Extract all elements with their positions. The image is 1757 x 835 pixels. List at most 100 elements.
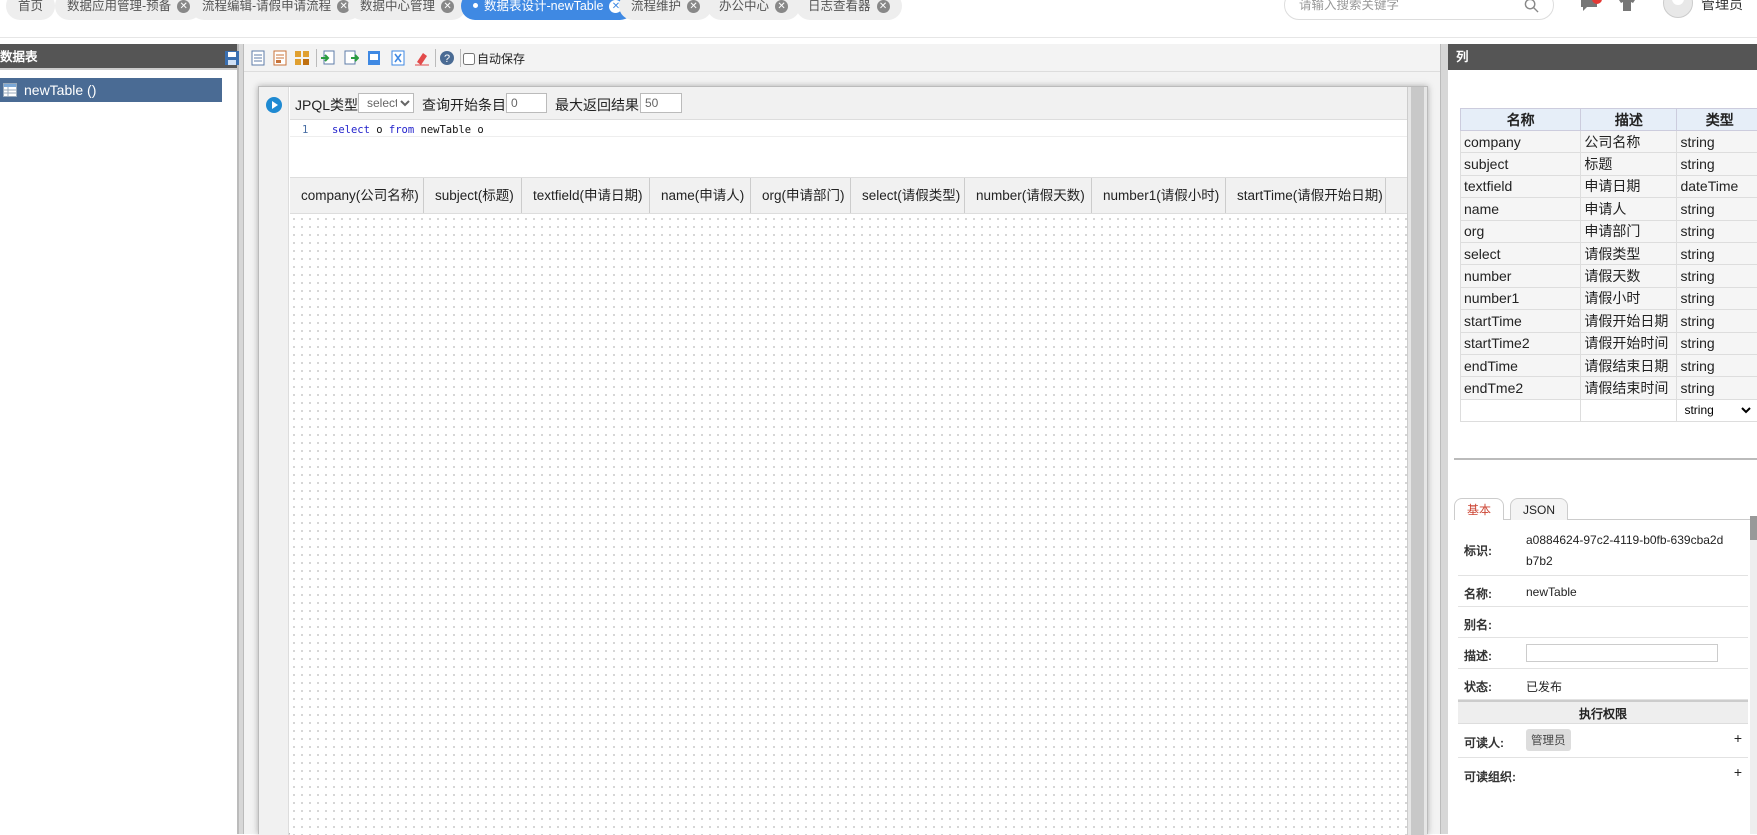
column-row[interactable]: startTime2请假开始时间string [1461,332,1757,354]
result-column-header[interactable]: org(申请部门) [751,178,851,214]
column-row[interactable]: endTme2请假结束时间string [1461,377,1757,399]
result-column-header[interactable]: number1(请假小时) [1092,178,1226,214]
new-column-type-select[interactable]: string [1680,401,1754,419]
export-icon[interactable] [343,50,359,66]
scrollbar-thumb[interactable] [1750,516,1757,540]
vertical-scrollbar[interactable] [1407,87,1427,835]
tab-basic[interactable]: 基本 [1454,498,1504,520]
column-type-cell[interactable]: string [1677,354,1757,376]
save-icon[interactable] [224,50,240,66]
column-desc-cell[interactable]: 申请日期 [1581,175,1677,197]
close-icon[interactable]: ✕ [177,0,190,13]
result-column-header[interactable]: subject(标题) [424,178,522,214]
column-row[interactable]: textfield申请日期dateTime [1461,175,1757,197]
right-splitter[interactable] [1440,44,1448,834]
jpql-type-select[interactable]: select [358,93,414,113]
clear-icon[interactable] [414,50,430,66]
search-icon[interactable] [1524,0,1539,13]
tab-data-center[interactable]: 数据中心管理✕ [348,0,466,20]
column-type-cell[interactable]: string [1677,220,1757,242]
column-name-cell[interactable]: org [1461,220,1581,242]
column-name-cell[interactable]: company [1461,131,1581,153]
run-icon[interactable] [266,97,282,113]
reader-chip[interactable]: 管理员 [1526,729,1571,751]
close-icon[interactable]: ✕ [877,0,890,13]
user-name[interactable]: 管理员 [1701,0,1743,14]
column-row[interactable]: startTime请假开始日期string [1461,310,1757,332]
column-desc-cell[interactable]: 请假结束时间 [1581,377,1677,399]
column-desc-cell[interactable]: 请假开始时间 [1581,332,1677,354]
tab-office-center[interactable]: 办公中心✕ [707,0,800,20]
prop-desc-input[interactable] [1526,644,1718,662]
column-type-cell[interactable]: string [1677,287,1757,309]
autosave-checkbox[interactable]: 自动保存 [463,50,525,67]
avatar[interactable] [1663,0,1693,18]
column-row[interactable]: number1请假小时string [1461,287,1757,309]
column-type-cell[interactable]: string [1677,265,1757,287]
tab-log-viewer[interactable]: 日志查看器✕ [796,0,902,20]
column-name-cell[interactable]: number1 [1461,287,1581,309]
column-name-cell[interactable]: subject [1461,153,1581,175]
column-type-cell[interactable]: string [1677,310,1757,332]
column-desc-cell[interactable]: 标题 [1581,153,1677,175]
excel-icon[interactable] [390,50,406,66]
tab-flow-edit[interactable]: 流程编辑-请假申请流程✕ [190,0,362,20]
form-icon[interactable] [272,50,288,66]
column-name-cell[interactable]: startTime2 [1461,332,1581,354]
column-desc-cell[interactable]: 请假天数 [1581,265,1677,287]
new-column-row[interactable]: string [1461,399,1757,421]
column-type-cell[interactable]: string [1677,377,1757,399]
close-icon[interactable]: ✕ [441,0,454,13]
property-scrollbar[interactable] [1750,516,1757,834]
column-row[interactable]: endTime请假结束日期string [1461,354,1757,376]
column-row[interactable]: company公司名称string [1461,131,1757,153]
tab-json[interactable]: JSON [1510,498,1568,520]
column-desc-cell[interactable]: 请假小时 [1581,287,1677,309]
result-column-header[interactable]: textfield(申请日期) [522,178,650,214]
tab-flow-maintenance[interactable]: 流程维护✕ [619,0,712,20]
close-icon[interactable]: ✕ [775,0,788,13]
result-column-header[interactable]: select(请假类型) [851,178,965,214]
jpql-editor[interactable]: 1 select o from newTable o [290,120,1407,178]
search-input[interactable]: 请输入搜索关键字 [1284,0,1554,20]
column-name-cell[interactable]: startTime [1461,310,1581,332]
column-desc-cell[interactable]: 请假类型 [1581,242,1677,264]
column-desc-cell[interactable]: 请假开始日期 [1581,310,1677,332]
column-name-cell[interactable]: number [1461,265,1581,287]
tab-data-app-management[interactable]: 数据应用管理-预备✕ [55,0,202,20]
prop-name-value[interactable]: newTable [1526,585,1577,599]
scrollbar-thumb[interactable] [1411,87,1424,835]
add-reader-org-icon[interactable]: + [1734,764,1742,780]
result-column-header[interactable]: number(请假天数) [965,178,1092,214]
column-row[interactable]: name申请人string [1461,198,1757,220]
max-results-input[interactable] [640,93,682,113]
tab-table-design[interactable]: 数据表设计-newTable✕ [461,0,634,20]
tab-home[interactable]: 首页 [6,0,55,20]
grid-icon[interactable] [294,50,310,66]
start-index-input[interactable] [506,93,547,113]
result-column-header[interactable]: startTime(请假开始日期) [1226,178,1386,214]
column-type-cell[interactable]: string [1677,332,1757,354]
column-row[interactable]: select请假类型string [1461,242,1757,264]
close-icon[interactable]: ✕ [687,0,700,13]
column-type-cell[interactable]: string [1677,242,1757,264]
column-name-cell[interactable]: textfield [1461,175,1581,197]
help-icon[interactable]: ? [439,50,455,66]
column-type-cell[interactable]: dateTime [1677,175,1757,197]
column-desc-cell[interactable]: 申请人 [1581,198,1677,220]
column-desc-cell[interactable]: 公司名称 [1581,131,1677,153]
tree-item-newtable[interactable]: newTable () [0,78,222,102]
column-row[interactable]: subject标题string [1461,153,1757,175]
column-name-cell[interactable]: endTime [1461,354,1581,376]
column-type-cell[interactable]: string [1677,198,1757,220]
table-icon[interactable] [250,50,266,66]
import-icon[interactable] [320,50,336,66]
new-column-name-cell[interactable] [1461,399,1581,421]
autosave-toggle[interactable] [463,53,475,65]
column-type-cell[interactable]: string [1677,153,1757,175]
column-row[interactable]: number请假天数string [1461,265,1757,287]
column-row[interactable]: org申请部门string [1461,220,1757,242]
column-name-cell[interactable]: select [1461,242,1581,264]
add-reader-icon[interactable]: + [1734,730,1742,746]
column-desc-cell[interactable]: 申请部门 [1581,220,1677,242]
